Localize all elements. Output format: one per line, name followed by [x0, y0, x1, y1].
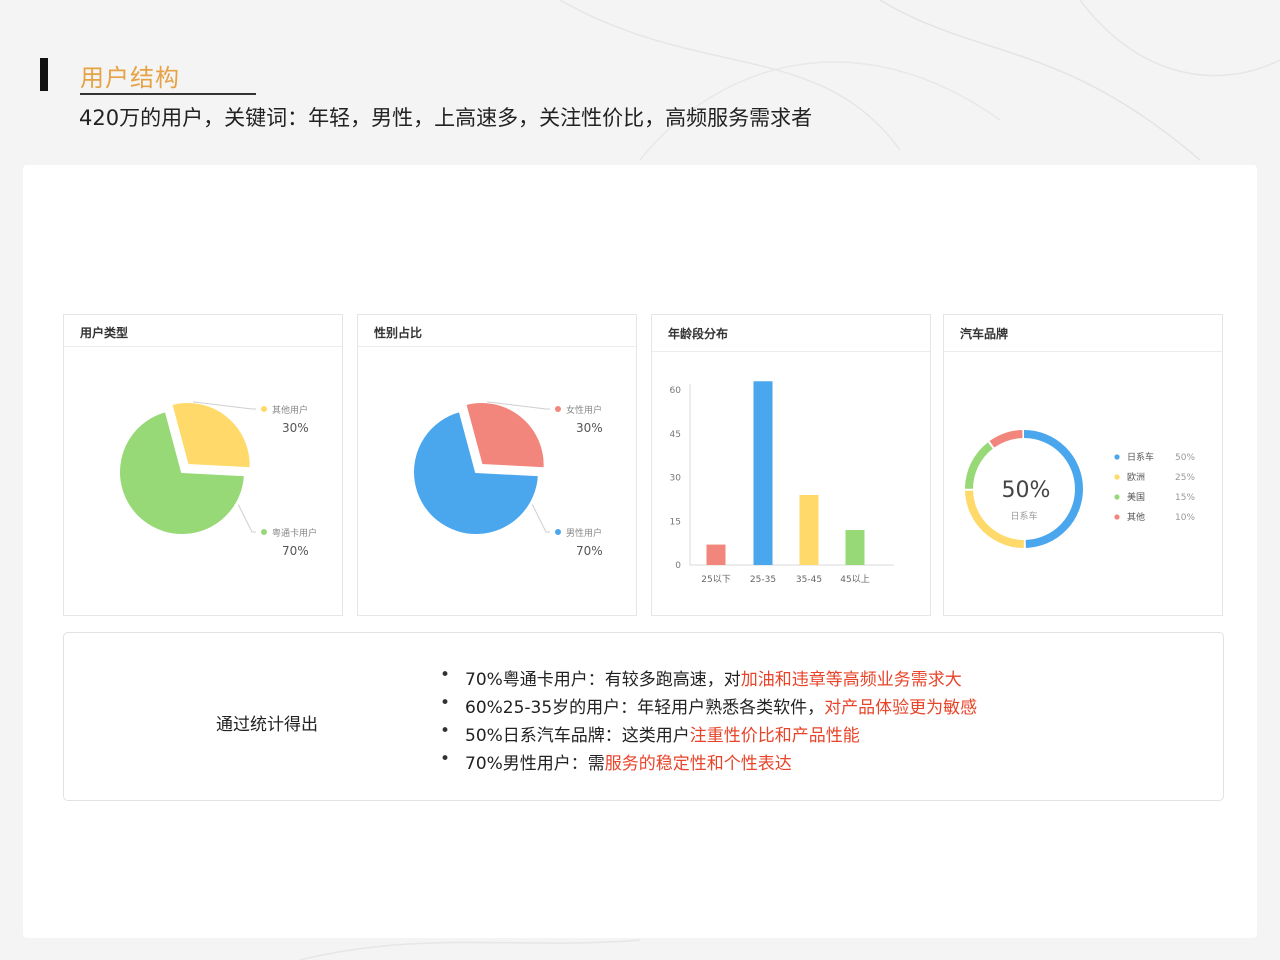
bar — [845, 530, 865, 565]
gender-pie-chart: 女性用户 30% 男性用户 70% — [412, 401, 603, 558]
legend-dot — [1114, 454, 1120, 460]
gender-card: 性别占比 女性用户 30% 男性用户 70% — [357, 314, 637, 616]
pie-slice — [464, 401, 546, 470]
pie-slice-label: 粤通卡用户 — [272, 527, 317, 539]
pie-value-label: 70% — [282, 544, 309, 558]
pie-slice — [170, 401, 252, 470]
page-title: 用户结构 — [80, 64, 180, 92]
y-tick-label: 30 — [670, 474, 682, 484]
pie-slice-label: 女性用户 — [566, 404, 602, 416]
user-type-pie-chart: 其他用户 30% 粤通卡用户 70% — [118, 401, 317, 558]
legend-dot — [555, 406, 561, 412]
car-brand-donut-chart: 50%日系车日系车 50%欧洲 25%美国 15%其他 10% — [965, 430, 1195, 548]
summary-item-text: 50%日系汽车品牌：这类用户 — [465, 726, 690, 746]
summary-item: 60%25-35岁的用户：年轻用户熟悉各类软件，对产品体验更为敏感 — [437, 693, 977, 721]
summary-box: 通过统计得出 70%粤通卡用户：有较多跑高速，对加油和违章等高频业务需求大 60… — [63, 632, 1224, 801]
pie-leader-line — [237, 504, 256, 533]
summary-item-highlight: 服务的稳定性和个性表达 — [604, 754, 792, 774]
bar — [799, 495, 819, 565]
legend-dot — [1114, 514, 1120, 520]
legend-label: 其他 — [1127, 511, 1145, 523]
y-tick-label: 0 — [675, 561, 681, 571]
pie-value-label: 70% — [576, 544, 603, 558]
legend-dot — [1114, 494, 1120, 500]
x-tick-label: 35-45 — [796, 575, 822, 585]
summary-item-highlight: 加油和违章等高频业务需求大 — [740, 670, 962, 690]
summary-item: 50%日系汽车品牌：这类用户注重性价比和产品性能 — [437, 721, 977, 749]
legend-dot — [261, 406, 267, 412]
pie-leader-line — [531, 504, 550, 533]
legend-value: 50% — [1175, 453, 1195, 463]
summary-item-text: 60%25-35岁的用户：年轻用户熟悉各类软件， — [465, 698, 825, 718]
x-tick-label: 25-35 — [750, 575, 776, 585]
summary-item-text: 70%男性用户：需 — [465, 754, 605, 774]
legend-label: 欧洲 — [1127, 471, 1145, 483]
bar — [753, 381, 773, 565]
summary-list: 70%粤通卡用户：有较多跑高速，对加油和违章等高频业务需求大 60%25-35岁… — [437, 665, 977, 777]
y-tick-label: 15 — [670, 517, 681, 527]
car-brand-card: 汽车品牌 50% 日系车 日系车 50% 欧洲 25% 美国 15% 其他 10% — [943, 314, 1223, 616]
legend-label: 日系车 — [1127, 451, 1154, 463]
donut-center-label: 日系车 — [1010, 510, 1037, 522]
summary-item-highlight: 对产品体验更为敏感 — [824, 698, 978, 718]
title-accent-bar — [40, 58, 48, 91]
y-tick-label: 60 — [670, 386, 682, 396]
pie-slice-label: 其他用户 — [272, 404, 308, 416]
legend-dot — [1114, 474, 1120, 480]
page-subtitle: 420万的用户，关键词：年轻，男性，上高速多，关注性价比，高频服务需求者 — [79, 106, 813, 130]
legend-dot — [555, 529, 561, 535]
y-tick-label: 45 — [670, 430, 681, 440]
summary-item-text: 70%粤通卡用户：有较多跑高速，对 — [465, 670, 741, 690]
x-tick-label: 45以上 — [840, 574, 869, 585]
age-bar-chart: 0 15 30 45 60 25以下 25-35 35-45 45以上 — [670, 381, 894, 585]
pie-slice-label: 男性用户 — [566, 527, 602, 539]
donut-center-value: 50% — [1002, 478, 1051, 503]
legend-value: 15% — [1175, 493, 1195, 503]
pie-value-label: 30% — [576, 421, 603, 435]
title-underline — [80, 93, 256, 95]
legend-label: 美国 — [1127, 491, 1145, 503]
summary-item: 70%粤通卡用户：有较多跑高速，对加油和违章等高频业务需求大 — [437, 665, 977, 693]
legend-value: 25% — [1175, 473, 1195, 483]
summary-item-highlight: 注重性价比和产品性能 — [689, 726, 860, 746]
bar — [706, 544, 726, 565]
age-card: 年龄段分布 0 15 30 45 60 25以下 25-35 35-45 45以上 — [651, 314, 931, 616]
pie-value-label: 30% — [282, 421, 309, 435]
legend-dot — [261, 529, 267, 535]
legend-value: 10% — [1175, 513, 1195, 523]
summary-item: 70%男性用户：需服务的稳定性和个性表达 — [437, 749, 977, 777]
summary-label: 通过统计得出 — [216, 715, 318, 735]
user-type-card: 用户类型 其他用户 30% 粤通卡用户 70% — [63, 314, 343, 616]
x-tick-label: 25以下 — [701, 575, 730, 585]
